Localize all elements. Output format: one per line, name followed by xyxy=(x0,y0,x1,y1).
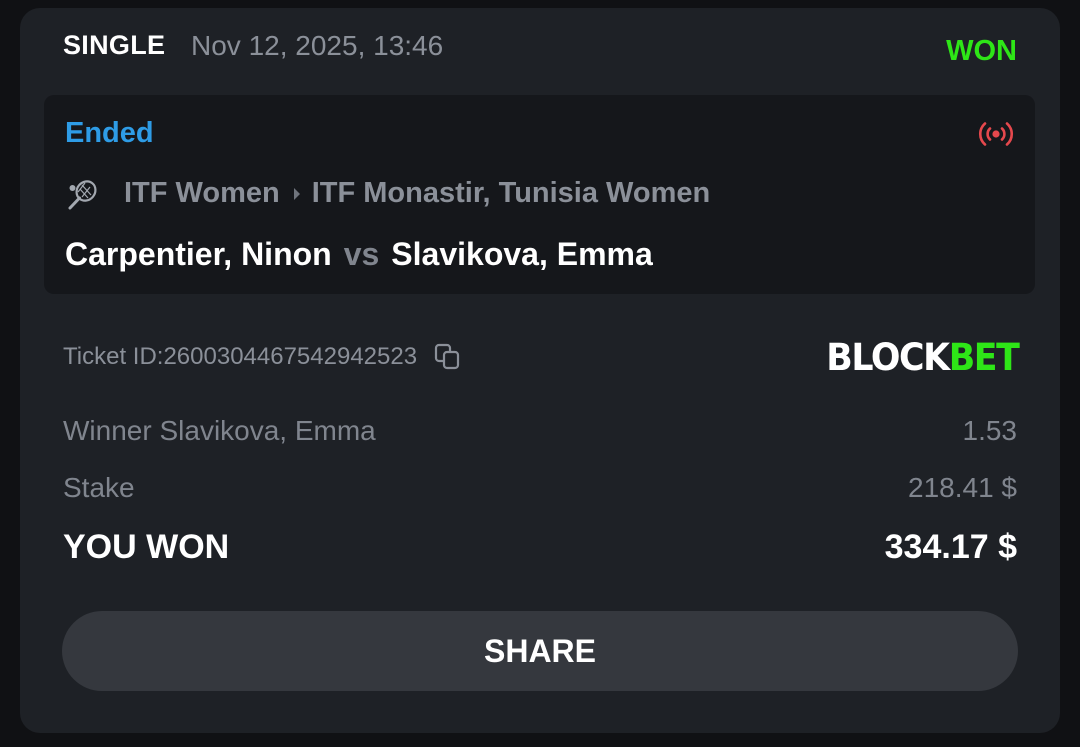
copy-icon[interactable] xyxy=(433,342,463,372)
bet-type-label: SINGLE xyxy=(63,30,166,60)
vs-separator: vs xyxy=(343,236,380,272)
event-status: Ended xyxy=(65,117,154,149)
stake-value: 218.41 $ xyxy=(908,472,1017,503)
bet-date: Nov 12, 2025, 13:46 xyxy=(191,30,444,61)
bet-status-badge: WON xyxy=(946,35,1017,67)
match-title: Carpentier, Ninon vs Slavikova, Emma xyxy=(65,236,653,273)
breadcrumb-chevron-icon xyxy=(293,187,300,200)
tennis-racket-icon xyxy=(68,180,97,210)
live-broadcast-icon xyxy=(978,122,1014,146)
odds-value: 1.53 xyxy=(962,415,1018,446)
away-player: Slavikova, Emma xyxy=(391,236,653,272)
breadcrumb-tournament: ITF Monastir, Tunisia Women xyxy=(311,177,711,209)
stake-label: Stake xyxy=(63,472,135,503)
winnings-value: 334.17 $ xyxy=(884,528,1017,566)
bet-ticket-card: SINGLE Nov 12, 2025, 13:46 WON Ended ITF… xyxy=(20,8,1060,733)
selection-row: Winner Slavikova, Emma 1.53 xyxy=(63,415,1017,447)
stake-row: Stake 218.41 $ xyxy=(63,472,1017,504)
event-card[interactable]: Ended ITF Women ITF Monastir, Tunisia Wo… xyxy=(44,95,1035,294)
ticket-id-value: 2600304467542942523 xyxy=(163,343,418,370)
ticket-id-row: Ticket ID: 2600304467542942523 xyxy=(63,342,463,372)
logo-bet: BET xyxy=(948,336,1019,379)
share-button[interactable]: SHARE xyxy=(62,611,1018,691)
blockbet-logo: BLOCKBET xyxy=(825,336,1020,379)
logo-block: BLOCK xyxy=(825,336,950,379)
breadcrumb-league: ITF Women xyxy=(124,177,280,209)
winnings-label: YOU WON xyxy=(63,528,230,566)
home-player: Carpentier, Ninon xyxy=(65,236,332,272)
winnings-row: YOU WON 334.17 $ xyxy=(63,528,1017,567)
ticket-id-label: Ticket ID: xyxy=(63,343,164,370)
breadcrumb: ITF Women ITF Monastir, Tunisia Women xyxy=(124,177,710,210)
selection-label: Winner Slavikova, Emma xyxy=(63,415,376,446)
